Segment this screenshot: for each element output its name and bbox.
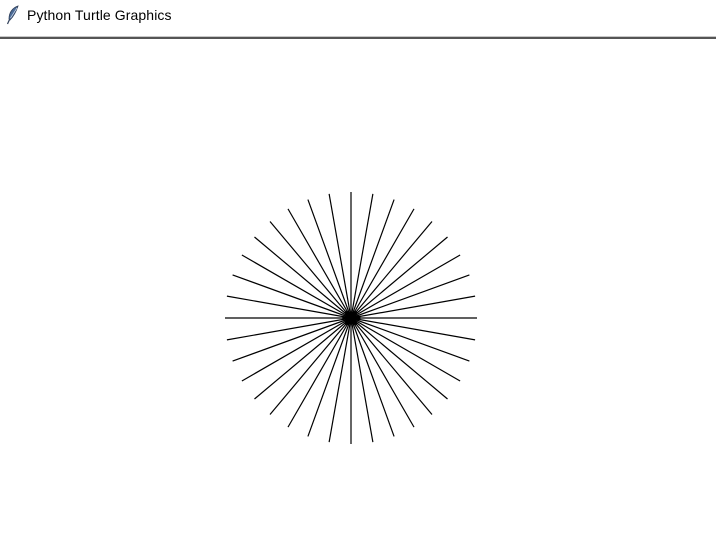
turtle-window: Python Turtle Graphics	[0, 0, 716, 552]
window-title: Python Turtle Graphics	[27, 7, 172, 23]
title-divider	[0, 36, 716, 39]
starburst-drawing	[225, 192, 477, 444]
turtle-canvas[interactable]	[0, 40, 716, 552]
title-bar[interactable]: Python Turtle Graphics	[0, 0, 716, 30]
feather-icon	[6, 5, 20, 25]
